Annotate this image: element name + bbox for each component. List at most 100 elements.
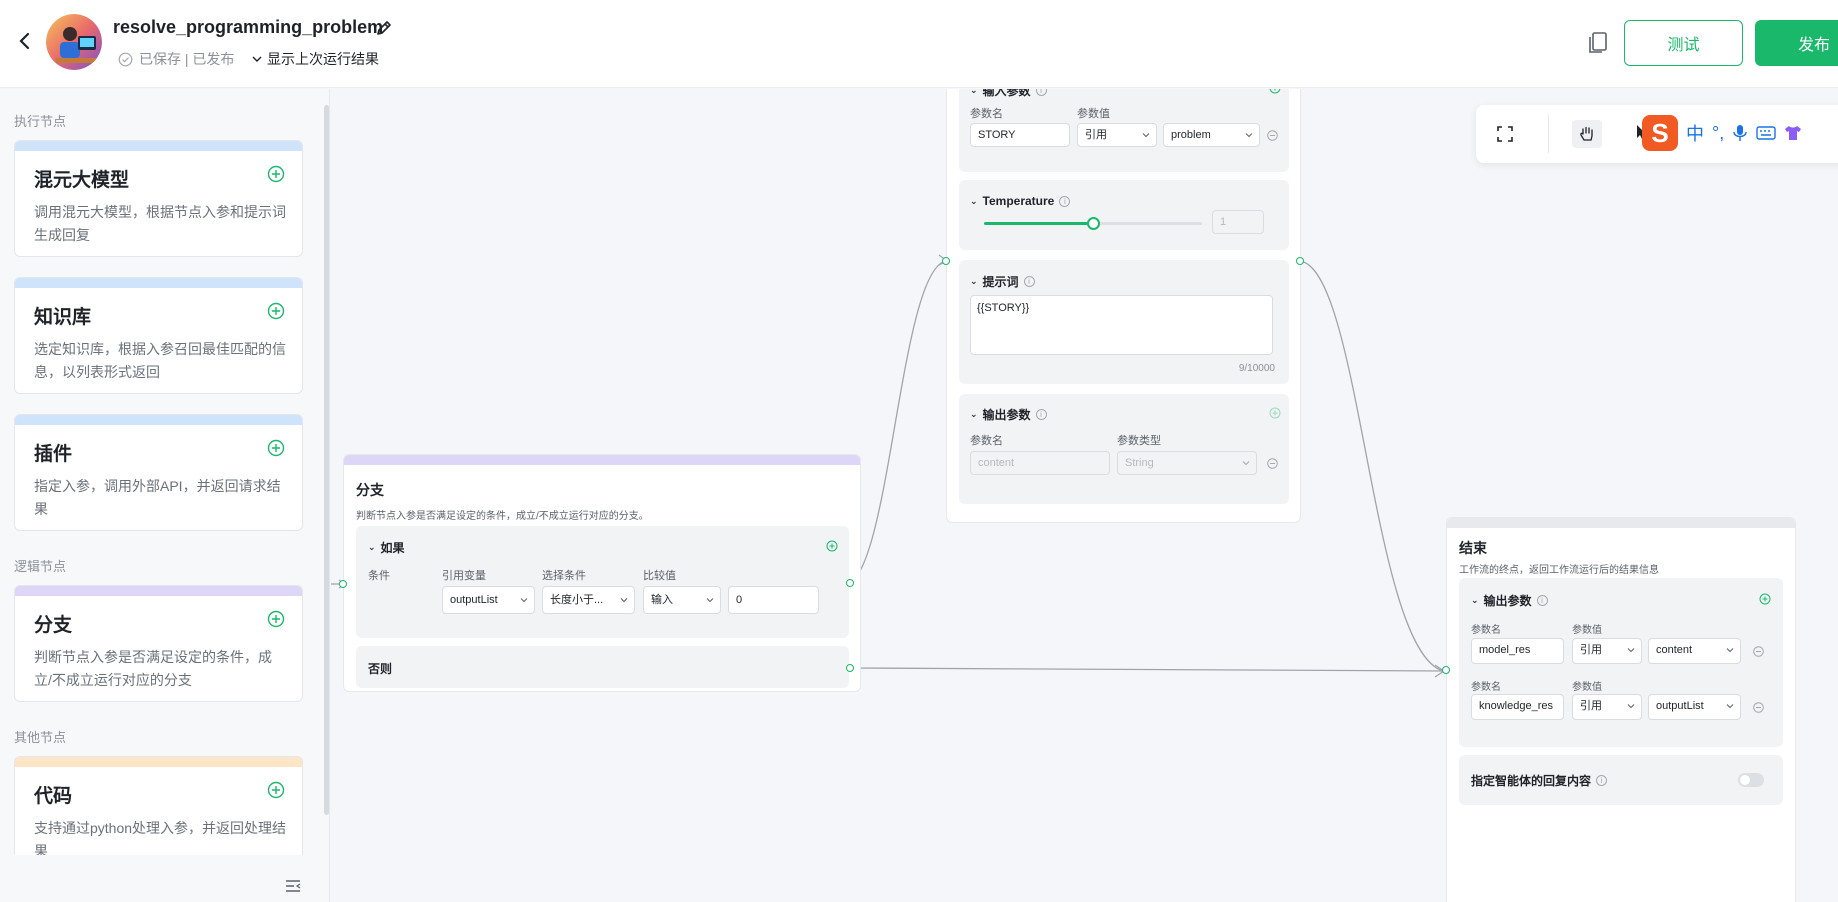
temperature-section: ⌄ Temperature i 1 <box>959 180 1289 250</box>
temperature-slider-track[interactable] <box>984 217 1202 230</box>
hand-tool-button[interactable] <box>1572 120 1602 148</box>
remove-output-icon[interactable] <box>1267 458 1278 469</box>
node-library-sidebar: 执行节点 混元大模型 调用混元大模型，根据节点入参和提示词生成回复 知识库 选定… <box>0 89 330 902</box>
output-name-field[interactable]: model_res <box>1471 638 1564 664</box>
param-value-label: 参数值 <box>1572 682 1602 693</box>
chevron-down-icon <box>252 56 262 62</box>
input-param-name-field[interactable]: STORY <box>970 123 1070 147</box>
back-arrow-icon[interactable] <box>14 30 36 52</box>
end-input-port[interactable] <box>1442 666 1450 674</box>
ime-punct-label[interactable]: °, <box>1712 123 1724 144</box>
output-name-field[interactable]: knowledge_res <box>1471 694 1564 720</box>
output-value-select[interactable]: content <box>1648 638 1741 664</box>
input-params-header[interactable]: ⌄ 输入参数 i <box>970 89 1047 99</box>
app-title: resolve_programming_problem <box>113 17 384 37</box>
add-node-icon[interactable] <box>267 302 285 320</box>
end-node[interactable]: 结束 工作流的终点，返回工作流运行后的结果信息 ⌄ 输出参数 i 参数名 参数值… <box>1446 517 1796 902</box>
end-output-header[interactable]: ⌄ 输出参数 i <box>1471 592 1548 609</box>
sidebar-scrollbar[interactable] <box>324 105 329 815</box>
chevron-down-icon: ⌄ <box>970 195 978 206</box>
llm-output-port[interactable] <box>1296 257 1304 265</box>
add-node-icon[interactable] <box>267 439 285 457</box>
node-card-name: 代码 <box>34 786 73 807</box>
test-button[interactable]: 测试 <box>1624 20 1743 66</box>
toolbar-divider <box>1548 115 1549 153</box>
add-output-icon[interactable] <box>1759 593 1771 605</box>
chevron-down-icon: ⌄ <box>1471 595 1479 605</box>
app-avatar <box>46 14 102 70</box>
select-value: 引用 <box>1580 644 1602 656</box>
keyboard-icon[interactable] <box>1756 125 1776 141</box>
temperature-slider-fill <box>984 222 1093 225</box>
select-value: problem <box>1171 129 1211 141</box>
param-value-label: 参数值 <box>1077 108 1110 120</box>
node-card-name: 分支 <box>34 615 73 636</box>
info-icon: i <box>1035 409 1047 420</box>
ref-var-select[interactable]: outputList <box>442 586 535 614</box>
sogou-logo-icon[interactable]: S <box>1642 115 1678 151</box>
node-card-name: 混元大模型 <box>34 170 130 191</box>
compare-type-select[interactable]: 输入 <box>643 586 721 614</box>
output-type-select: String <box>1117 451 1257 475</box>
branch-input-port[interactable] <box>339 580 347 588</box>
add-param-icon[interactable] <box>1269 89 1281 94</box>
temperature-slider-knob[interactable] <box>1087 217 1100 230</box>
add-condition-icon[interactable] <box>826 540 838 552</box>
llm-node[interactable]: ⌄ 输入参数 i 参数名 参数值 STORY 引用 problem ⌄ Temp… <box>946 89 1301 523</box>
branch-node[interactable]: 分支 判断节点入参是否满足设定的条件，成立/不成立运行对应的分支。 ⌄ 如果 条… <box>343 454 861 692</box>
chevron-down-icon <box>1726 704 1734 709</box>
node-card-plugin[interactable]: 插件 指定入参，调用外部API，并返回请求结果 <box>14 414 303 531</box>
output-value-select[interactable]: outputList <box>1648 694 1741 720</box>
node-card-knowledge[interactable]: 知识库 选定知识库，根据入参召回最佳匹配的信息，以列表形式返回 <box>14 277 303 394</box>
fullscreen-icon[interactable] <box>1496 125 1514 143</box>
ime-lang-label[interactable]: 中 <box>1686 120 1704 146</box>
select-value: content <box>1656 644 1693 656</box>
remove-param-icon[interactable] <box>1267 130 1278 141</box>
cond-header: 条件 <box>368 570 390 582</box>
chevron-down-icon <box>706 598 714 603</box>
if-header[interactable]: ⌄ 如果 <box>368 539 405 556</box>
compare-value-input[interactable]: 0 <box>728 586 819 614</box>
reply-toggle[interactable] <box>1738 773 1764 787</box>
node-card-desc: 选定知识库，根据入参召回最佳匹配的信息，以列表形式返回 <box>34 341 286 380</box>
workflow-canvas[interactable]: ⌄ 输入参数 i 参数名 参数值 STORY 引用 problem ⌄ Temp… <box>331 89 1838 902</box>
output-ref-select[interactable]: 引用 <box>1572 638 1642 664</box>
collapse-sidebar-icon[interactable] <box>285 879 301 893</box>
param-name-label: 参数名 <box>1471 682 1501 693</box>
chevron-down-icon <box>1726 648 1734 653</box>
edit-pencil-icon[interactable] <box>375 19 393 37</box>
node-card-branch[interactable]: 分支 判断节点入参是否满足设定的条件，成立/不成立运行对应的分支 <box>14 585 303 702</box>
add-node-icon[interactable] <box>267 610 285 628</box>
add-node-icon[interactable] <box>267 165 285 183</box>
temperature-header[interactable]: ⌄ Temperature i <box>970 194 1071 208</box>
llm-input-port[interactable] <box>942 257 950 265</box>
microphone-icon[interactable] <box>1732 124 1748 142</box>
branch-if-output-port[interactable] <box>846 579 854 587</box>
card-color-strip <box>15 141 302 151</box>
node-card-llm[interactable]: 混元大模型 调用混元大模型，根据节点入参和提示词生成回复 <box>14 140 303 257</box>
select-value: outputList <box>450 594 498 606</box>
prompt-text: {{STORY}} <box>977 302 1030 314</box>
add-node-icon[interactable] <box>267 781 285 799</box>
output-ref-select[interactable]: 引用 <box>1572 694 1642 720</box>
branch-else-output-port[interactable] <box>846 664 854 672</box>
show-last-run-toggle[interactable]: 显示上次运行结果 <box>251 49 379 69</box>
input-ref-select[interactable]: 引用 <box>1077 123 1157 147</box>
section-title-other: 其他节点 <box>14 730 67 745</box>
input-value-select[interactable]: problem <box>1163 123 1260 147</box>
card-color-strip <box>15 586 302 596</box>
prompt-textarea[interactable]: {{STORY}} <box>970 295 1273 355</box>
prompt-header[interactable]: ⌄ 提示词 i <box>970 273 1035 290</box>
condition-select[interactable]: 长度小于... <box>542 586 635 614</box>
remove-output-icon[interactable] <box>1753 702 1764 713</box>
node-card-desc: 指定入参，调用外部API，并返回请求结果 <box>34 478 281 517</box>
remove-output-icon[interactable] <box>1753 646 1764 657</box>
publish-button[interactable]: 发布 <box>1755 20 1838 66</box>
output-params-header[interactable]: ⌄ 输出参数 i <box>970 406 1047 423</box>
add-output-icon[interactable] <box>1269 407 1281 419</box>
skin-shirt-icon[interactable] <box>1784 124 1802 142</box>
copy-icon[interactable] <box>1587 31 1609 55</box>
compare-header: 比较值 <box>643 570 676 582</box>
section-title-logic: 逻辑节点 <box>14 559 67 574</box>
temperature-value-field[interactable]: 1 <box>1212 210 1264 234</box>
